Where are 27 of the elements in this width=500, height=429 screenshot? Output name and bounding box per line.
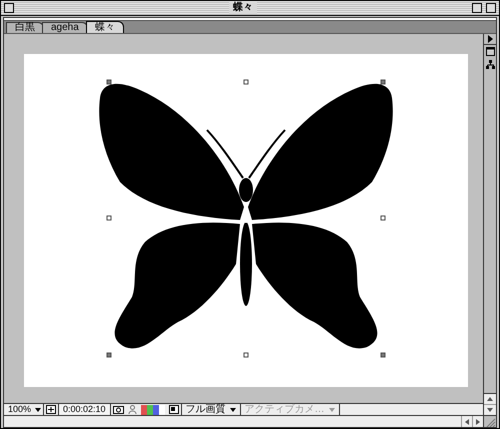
tab[interactable]: 蝶々: [86, 21, 124, 33]
resize-grip-icon[interactable]: [484, 415, 496, 427]
scroll-left-button[interactable]: [461, 416, 472, 427]
zoom-box[interactable]: [472, 3, 482, 13]
tab[interactable]: ageha: [42, 22, 88, 33]
window-title: 蝶々: [229, 2, 257, 14]
person-icon[interactable]: [128, 404, 137, 414]
selection-handle[interactable]: [244, 80, 248, 84]
collapse-box[interactable]: [486, 3, 496, 13]
region-icon[interactable]: [46, 405, 56, 414]
scroll-down-button[interactable]: [484, 404, 496, 415]
timecode-field[interactable]: 0:00:02:10: [58, 404, 111, 415]
selection-handle[interactable]: [380, 80, 386, 84]
scroll-up-button[interactable]: [484, 393, 496, 404]
selection-handle[interactable]: [244, 352, 248, 358]
selection-handle[interactable]: [380, 352, 386, 358]
selection-handle[interactable]: [106, 352, 112, 358]
window-icon[interactable]: [486, 47, 494, 56]
camera-icon[interactable]: [112, 405, 124, 414]
preview-icon[interactable]: [168, 405, 179, 414]
selection-handle[interactable]: [380, 216, 386, 220]
selection-handle[interactable]: [106, 216, 112, 220]
flowchart-icon[interactable]: [486, 60, 494, 69]
anchor-point-icon[interactable]: [241, 213, 251, 223]
selection-handle[interactable]: [106, 80, 112, 84]
close-box[interactable]: [4, 3, 14, 13]
tab[interactable]: 白黒: [6, 22, 44, 33]
